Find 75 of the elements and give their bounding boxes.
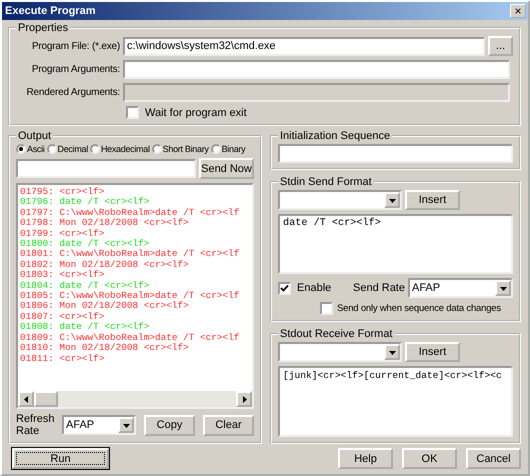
dropdown-value: AFAP (65, 419, 96, 431)
scrollbar-thumb[interactable] (34, 391, 58, 407)
log-line: 01795: <cr><lf> (20, 187, 106, 197)
scroll-left-icon (22, 396, 30, 402)
scroll-right-icon (240, 396, 248, 402)
browse-button[interactable]: ... (488, 36, 513, 56)
log-line: 01796: date /T <cr><lf> (20, 197, 150, 208)
send-rate-label: Send Rate (353, 282, 405, 294)
checkbox-label: Wait for program exit (145, 106, 247, 118)
checkbox[interactable] (126, 106, 139, 119)
insert-button[interactable]: Insert (405, 342, 460, 362)
format-dropdown[interactable] (278, 190, 402, 210)
checkbox[interactable] (278, 282, 291, 294)
log-line: 01800: date /T <cr><lf> (20, 239, 150, 250)
field-label: Rendered Arguments: (26, 87, 120, 98)
send-rate-dropdown[interactable]: AFAP (408, 278, 513, 298)
radio-label: Decimal (58, 144, 88, 154)
radio-label: Hexadecimal (100, 144, 150, 154)
radio-label: Short Binary (162, 144, 209, 154)
log-line: 01799: <cr><lf> (20, 228, 106, 239)
radio-button[interactable] (16, 144, 26, 154)
checkbox-label: Enable (297, 282, 332, 294)
radio-label: Ascii (27, 144, 45, 154)
dropdown-arrow-icon (388, 196, 396, 204)
dropdown-arrow-icon (122, 422, 130, 428)
log-line: 01805: C:\www\RoboRealm>date /T <cr><lf (20, 291, 240, 302)
log-line: 01807: <cr><lf> (20, 312, 106, 322)
radio-button[interactable] (90, 144, 100, 154)
input-field[interactable] (123, 60, 510, 79)
insert-button[interactable]: Insert (405, 190, 460, 210)
log-line: 01803: <cr><lf> (20, 270, 106, 281)
log-line: 01806: Mon 02/18/2008 <cr><lf> (20, 301, 190, 312)
close-button[interactable]: × (510, 4, 526, 18)
log-line: 01810: Mon 02/18/2008 <cr><lf> (20, 343, 190, 354)
field-label: Program Arguments: (30, 64, 120, 75)
ok-button[interactable]: OK (402, 448, 457, 469)
format-dropdown[interactable] (278, 342, 402, 362)
field-label: Program File: (*.exe) (30, 40, 120, 52)
dropdown-arrow-icon (500, 284, 506, 292)
run-button[interactable]: Run (12, 448, 109, 469)
refresh-rate-label: Refresh Rate (16, 413, 54, 437)
radio-label: Binary (222, 144, 246, 154)
radio-button[interactable] (152, 144, 162, 154)
send-now-button[interactable]: Send Now (199, 158, 254, 179)
checkbox-label: Send only when sequence data changes (337, 303, 501, 314)
send-input-field[interactable] (16, 159, 196, 178)
refresh-rate-dropdown[interactable]: AFAP (62, 415, 136, 435)
log-line: 01802: Mon 02/18/2008 <cr><lf> (20, 260, 190, 270)
log-line: 01808: date /T <cr><lf> (20, 322, 150, 333)
log-line: 01801: C:\www\RoboRealm>date /T <cr><lf (20, 249, 240, 260)
log-line: 01797: C:\www\RoboRealm>date /T <cr><lf (20, 208, 240, 218)
group-label: Initialization Sequence (279, 130, 392, 142)
horizontal-scrollbar[interactable] (18, 391, 252, 407)
cancel-button[interactable]: Cancel (466, 448, 521, 469)
group-label: Output (17, 130, 52, 142)
group-label: Stdin Send Format (279, 176, 373, 188)
radio-button[interactable] (46, 144, 57, 154)
log-line: 01811: <cr><lf> (20, 354, 106, 364)
copy-button[interactable]: Copy (144, 414, 195, 436)
clear-button[interactable]: Clear (203, 414, 254, 436)
radio-button[interactable] (210, 144, 221, 154)
stdin-text-area[interactable]: date /T <cr><lf> (278, 214, 513, 274)
help-button[interactable]: Help (338, 448, 393, 469)
checkbox[interactable] (320, 302, 333, 315)
group-label: Properties (17, 22, 70, 34)
dropdown-value: AFAP (410, 282, 442, 294)
group-label: Stdout Receive Format (279, 328, 394, 340)
dropdown-arrow-icon (388, 348, 396, 356)
stdout-text-area[interactable]: [junk]<cr><lf>[current_date]<cr><lf><c (278, 366, 513, 437)
input-field[interactable]: c:\windows\system32\cmd.exe (123, 36, 485, 56)
log-line: 01798: Mon 02/18/2008 <cr><lf> (20, 218, 190, 229)
init-sequence-field[interactable] (278, 144, 513, 163)
log-line: 01809: C:\www\RoboRealm>date /T <cr><lf (20, 332, 240, 343)
log-line: 01804: date /T <cr><lf> (20, 280, 150, 291)
window-title: Execute Program (5, 5, 96, 17)
